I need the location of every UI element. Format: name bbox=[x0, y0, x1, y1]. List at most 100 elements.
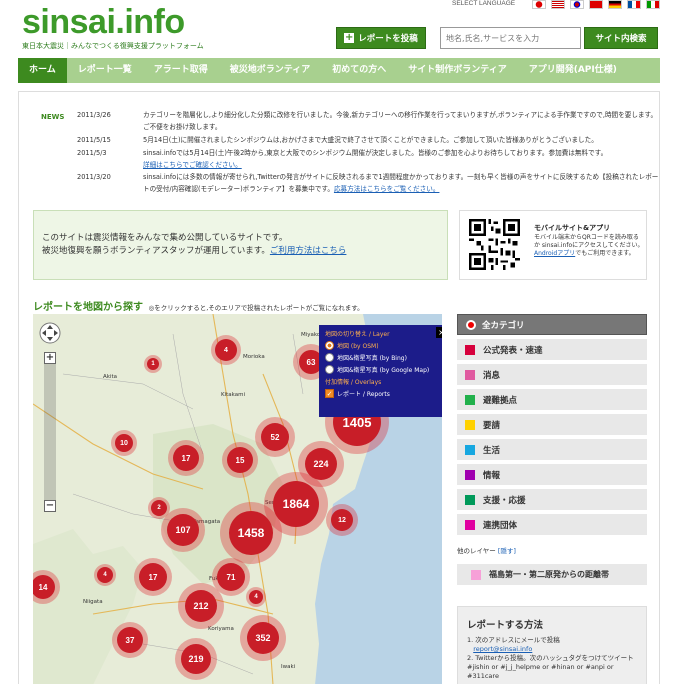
report-cluster[interactable]: 2 bbox=[151, 500, 167, 516]
zoom-in-button[interactable]: + bbox=[44, 352, 56, 364]
report-cluster[interactable]: 212 bbox=[185, 590, 217, 622]
zoom-out-button[interactable]: − bbox=[44, 500, 56, 512]
layer-option-label: 地図&衛星写真 (by Google Map) bbox=[337, 367, 430, 374]
category-item[interactable]: 公式発表・速達 bbox=[457, 339, 647, 360]
category-label: 要請 bbox=[483, 420, 501, 431]
report-cluster[interactable]: 219 bbox=[181, 644, 211, 674]
category-item[interactable]: 消息 bbox=[457, 364, 647, 385]
category-label: 支援・応援 bbox=[483, 495, 526, 506]
flag-germany-icon[interactable] bbox=[608, 0, 622, 9]
category-swatch bbox=[465, 344, 475, 355]
report-email-link[interactable]: report@sinsai.info bbox=[473, 645, 532, 653]
android-app-link[interactable]: Androidアプリ bbox=[534, 250, 575, 257]
report-cluster[interactable]: 17 bbox=[173, 445, 199, 471]
mobile-text-1: モバイル端末からQRコードを読み取るか sinsai.infoにアクセスしてくだ… bbox=[534, 234, 644, 249]
category-swatch bbox=[465, 419, 475, 430]
overlay-reports-toggle[interactable]: ✓ レポート / Reports bbox=[325, 389, 442, 398]
category-item[interactable]: 情報 bbox=[457, 464, 647, 485]
layer-switcher-panel: × 地図の切り替え / Layer 地図 (by OSM) 地図&衛星写真 (b… bbox=[319, 325, 442, 417]
report-cluster[interactable]: 37 bbox=[117, 627, 143, 653]
category-all[interactable]: 全カテゴリ bbox=[457, 314, 647, 335]
post-report-button[interactable]: + レポートを投稿 bbox=[336, 27, 426, 49]
qr-code-icon bbox=[469, 219, 520, 270]
mobile-text: モバイル端末からQRコードを読み取るか sinsai.infoにアクセスしてくだ… bbox=[534, 234, 644, 258]
news-label: NEWS bbox=[41, 113, 65, 121]
report-howto-list: 1. 次のアドレスにメールで投稿 report@sinsai.info 2. T… bbox=[467, 636, 645, 681]
report-cluster[interactable]: 10 bbox=[115, 434, 133, 452]
report-cluster[interactable]: 4 bbox=[97, 567, 113, 583]
search-input[interactable] bbox=[440, 27, 581, 49]
plus-icon: + bbox=[344, 32, 355, 43]
report-cluster[interactable]: 52 bbox=[261, 423, 289, 451]
category-item[interactable]: 要請 bbox=[457, 414, 647, 435]
report-cluster[interactable]: 15 bbox=[227, 447, 253, 473]
report-cluster[interactable]: 4 bbox=[215, 339, 237, 361]
flag-italy-icon[interactable] bbox=[646, 0, 660, 9]
layer-swatch bbox=[471, 569, 481, 580]
flag-japan-icon[interactable] bbox=[532, 0, 546, 9]
report-cluster[interactable]: 1458 bbox=[229, 511, 273, 555]
nav-first-time[interactable]: 初めての方へ bbox=[321, 58, 397, 83]
nav-home[interactable]: ホーム bbox=[18, 58, 67, 83]
report-cluster[interactable]: 1 bbox=[147, 358, 159, 370]
flag-france-icon[interactable] bbox=[627, 0, 641, 9]
report-cluster[interactable]: 17 bbox=[139, 563, 167, 591]
news-text: カテゴリーを階層化し,より細分化した分類に改修を行いました。今後,新カテゴリーへ… bbox=[143, 111, 658, 131]
nav-reports[interactable]: レポート一覧 bbox=[67, 58, 143, 83]
category-label: 消息 bbox=[483, 370, 501, 381]
report-step-2-text: Twitterから投稿。次のハッシュタグをつけてツイート #jishin or … bbox=[467, 654, 634, 680]
overlay-label: レポート / Reports bbox=[337, 391, 390, 398]
category-label: 生活 bbox=[483, 445, 501, 456]
category-item[interactable]: 避難拠点 bbox=[457, 389, 647, 410]
nav-site-volunteer[interactable]: サイト制作ボランティア bbox=[397, 58, 517, 83]
nav-volunteer[interactable]: 被災地ボランティア bbox=[219, 58, 321, 83]
mobile-box: モバイルサイト&アプリ モバイル端末からQRコードを読み取るか sinsai.i… bbox=[459, 210, 647, 280]
zoom-slider[interactable] bbox=[44, 358, 56, 508]
other-layers-label: 他のレイヤー bbox=[457, 547, 496, 555]
map-section-hint: ◎をクリックすると,そのエリアで投稿されたレポートがご覧になれます。 bbox=[148, 304, 364, 312]
category-swatch bbox=[465, 469, 475, 480]
nuclear-distance-layer[interactable]: 福島第一・第二原発からの距離帯 bbox=[457, 564, 647, 585]
map-place-label: Akita bbox=[103, 374, 118, 380]
report-cluster[interactable]: 1864 bbox=[273, 481, 319, 527]
news-apply-link[interactable]: 応募方法はこちらをご覧ください。 bbox=[334, 185, 440, 193]
usage-link[interactable]: ご利用方法はこちら bbox=[270, 246, 347, 256]
category-item[interactable]: 生活 bbox=[457, 439, 647, 460]
report-cluster[interactable]: 12 bbox=[331, 509, 353, 531]
report-cluster[interactable]: 224 bbox=[305, 448, 337, 480]
flag-korea-icon[interactable] bbox=[570, 0, 584, 9]
category-list: 全カテゴリ 公式発表・速達 消息 避難拠点 要請 生活 情報 支援・応援 連携団… bbox=[457, 314, 647, 585]
report-cluster[interactable]: 107 bbox=[167, 514, 199, 546]
report-step-1-text: 次のアドレスにメールで投稿 bbox=[475, 636, 560, 644]
news-date: 2011/5/15 bbox=[77, 136, 111, 144]
map-pan-control[interactable] bbox=[39, 322, 61, 344]
category-swatch bbox=[465, 394, 475, 405]
category-item[interactable]: 連携団体 bbox=[457, 514, 647, 535]
category-item[interactable]: 支援・応援 bbox=[457, 489, 647, 510]
flag-china-icon[interactable] bbox=[589, 0, 603, 9]
logo-text: sinsai.info bbox=[22, 3, 185, 41]
category-swatch bbox=[465, 444, 475, 455]
flag-us-icon[interactable] bbox=[551, 0, 565, 9]
nav-alerts[interactable]: アラート取得 bbox=[143, 58, 219, 83]
report-map[interactable]: Miyako Kitakami Sendai Yamagata Fukushim… bbox=[33, 314, 442, 684]
select-language-label: SELECT LANGUAGE bbox=[452, 0, 516, 7]
layer-option-bing[interactable]: 地図&衛星写真 (by Bing) bbox=[325, 353, 442, 362]
report-cluster[interactable]: 71 bbox=[217, 563, 245, 591]
nav-api[interactable]: アプリ開発(API仕様) bbox=[518, 58, 628, 83]
hide-layers-link[interactable]: [隠す] bbox=[498, 547, 516, 555]
report-howto-box: レポートする方法 1. 次のアドレスにメールで投稿 report@sinsai.… bbox=[457, 606, 647, 684]
site-logo[interactable]: sinsai.info 東日本大震災｜みんなでつくる復興支援プラットフォーム bbox=[22, 4, 204, 51]
news-detail-link[interactable]: 詳細はこちらでご確認ください。 bbox=[143, 161, 242, 169]
radio-icon bbox=[325, 365, 334, 374]
report-cluster[interactable]: 4 bbox=[249, 590, 263, 604]
layer-option-osm[interactable]: 地図 (by OSM) bbox=[325, 341, 442, 350]
layer-option-google[interactable]: 地図&衛星写真 (by Google Map) bbox=[325, 365, 442, 374]
news-text: sinsai.infoでは5月14日(土)午後2時から,東京と大阪でのシンポジウ… bbox=[143, 148, 661, 171]
map-place-label: Koriyama bbox=[208, 626, 234, 632]
report-cluster[interactable]: 352 bbox=[247, 622, 279, 654]
news-body: sinsai.infoでは5月14日(土)午後2時から,東京と大阪でのシンポジウ… bbox=[143, 149, 608, 157]
close-icon[interactable]: × bbox=[436, 327, 442, 338]
map-place-label: Morioka bbox=[243, 354, 265, 360]
search-button[interactable]: サイト内検索 bbox=[584, 27, 658, 49]
